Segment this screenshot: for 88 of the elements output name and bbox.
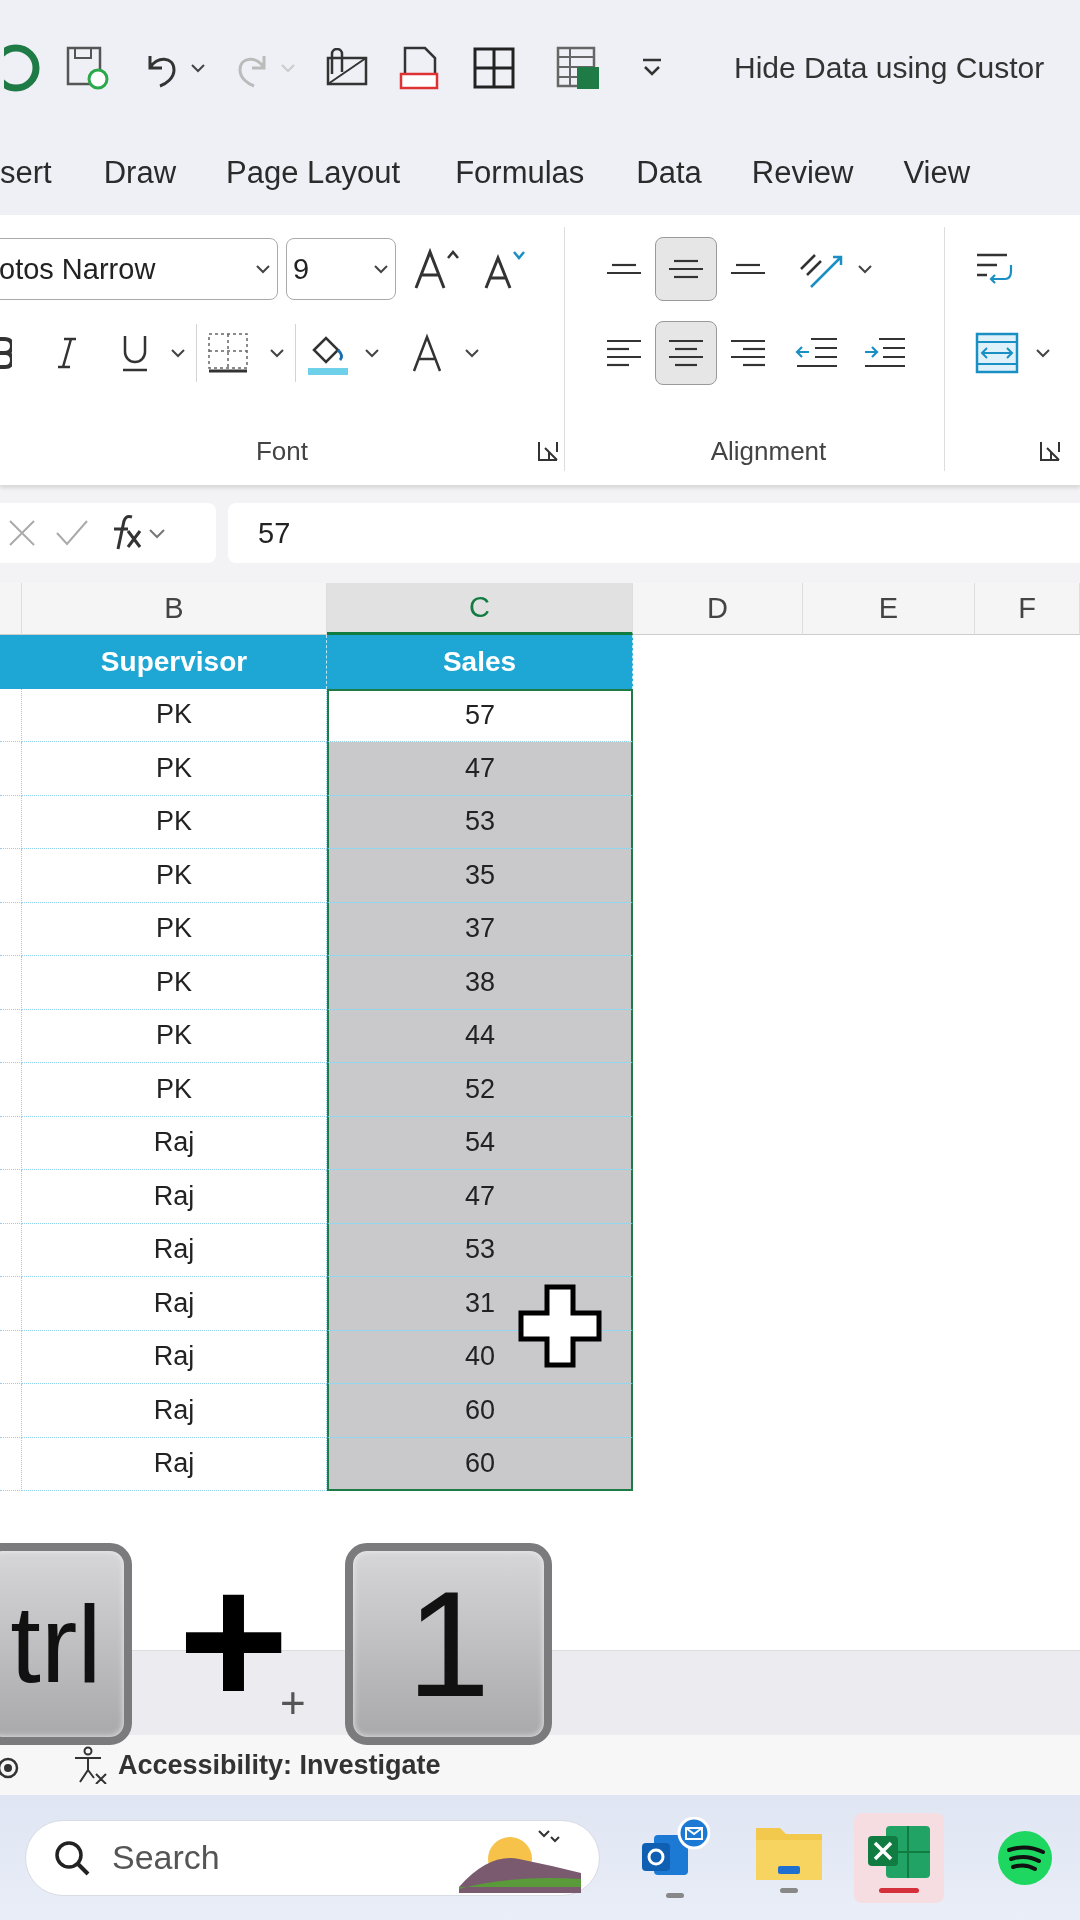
header-cell: Supervisor: [22, 635, 327, 689]
bold-icon[interactable]: [0, 335, 12, 371]
ribbon-tab[interactable]: Data: [636, 147, 702, 203]
table-cell: [0, 849, 22, 903]
ribbon-tab[interactable]: sert: [0, 147, 52, 203]
formula-input[interactable]: 57: [228, 503, 1080, 563]
table-cell: [0, 1009, 22, 1063]
font-size-text: 9: [293, 252, 310, 286]
spreadsheet-app-icon[interactable]: [854, 1812, 944, 1903]
table-cell[interactable]: 37: [327, 902, 633, 956]
running-indicator: [780, 1888, 798, 1893]
font-color-icon[interactable]: [410, 333, 444, 373]
table-cell: [0, 956, 22, 1010]
table-cell[interactable]: 44: [327, 1009, 633, 1063]
table-cell[interactable]: 52: [327, 1063, 633, 1117]
header-cell: [0, 635, 22, 689]
align-icon: [728, 338, 768, 368]
keyboard-key: trl: [0, 1543, 132, 1745]
caret-icon[interactable]: [364, 347, 380, 359]
align-icon: [604, 338, 644, 368]
dialog-launcher-icon[interactable]: [536, 439, 560, 463]
table-cell[interactable]: 53: [327, 795, 633, 849]
align-icon: [666, 338, 706, 368]
table-cell: [0, 795, 22, 849]
table-cell: [0, 1223, 22, 1277]
table-cell: [0, 688, 22, 742]
new-sheet-button[interactable]: +: [280, 1678, 306, 1728]
column-header[interactable]: D: [633, 583, 803, 635]
table-cell[interactable]: 35: [327, 849, 633, 903]
column-header[interactable]: C: [327, 583, 633, 635]
group-label: Font: [256, 435, 308, 467]
table-cell[interactable]: 47: [327, 1170, 633, 1224]
caret-icon[interactable]: [373, 263, 389, 275]
ribbon-tab[interactable]: Page Layout: [226, 147, 401, 203]
underline-icon[interactable]: [120, 333, 150, 373]
ribbon-tab[interactable]: Draw: [103, 147, 177, 203]
save-sync-icon[interactable]: [65, 44, 111, 91]
music-glyph-icon: [997, 1829, 1053, 1886]
caret-icon[interactable]: [1035, 347, 1051, 359]
align-icon: [604, 262, 644, 276]
column-header[interactable]: E: [803, 583, 975, 635]
font-name-dropdown[interactable]: otos Narrow: [0, 238, 278, 300]
align-icon: [666, 258, 706, 280]
table-cell[interactable]: 38: [327, 956, 633, 1010]
excel-table-icon[interactable]: [555, 44, 601, 91]
table-cell[interactable]: 57: [327, 688, 633, 742]
table-cell: [0, 1384, 22, 1438]
table-cell: [0, 902, 22, 956]
caret-icon[interactable]: [170, 347, 186, 359]
table-cell[interactable]: 60: [327, 1437, 633, 1491]
keyboard-key: 1: [345, 1543, 552, 1745]
borders-icon[interactable]: [207, 332, 249, 374]
header-cell: Sales: [327, 635, 633, 689]
caret-icon[interactable]: [255, 263, 271, 275]
table-cell: [0, 1063, 22, 1117]
group-label: Alignment: [710, 435, 827, 467]
table-cell: [0, 1330, 22, 1384]
accessibility-icon: [72, 1746, 108, 1784]
align-icon: [728, 262, 768, 276]
table-cell: [0, 1116, 22, 1170]
dialog-launcher-icon[interactable]: [1038, 439, 1062, 463]
running-indicator: [666, 1893, 684, 1898]
cursor-cross-icon: [517, 1283, 603, 1369]
caret-icon[interactable]: [464, 347, 480, 359]
ribbon-tab[interactable]: Formulas: [455, 147, 585, 203]
table-cell: [0, 1277, 22, 1331]
font-size-dropdown[interactable]: 9: [286, 238, 396, 300]
align-button[interactable]: [655, 237, 717, 301]
taskbar-search-field[interactable]: Search: [25, 1819, 600, 1896]
table-cell[interactable]: 60: [327, 1384, 633, 1438]
table-cell: [0, 742, 22, 796]
active-indicator: [879, 1888, 919, 1893]
table-cell[interactable]: 54: [327, 1116, 633, 1170]
accessibility-status[interactable]: Accessibility: Investigate: [118, 1749, 441, 1781]
align-button[interactable]: [655, 321, 717, 385]
merge-center-icon[interactable]: [975, 332, 1019, 374]
font-name-text: otos Narrow: [0, 252, 156, 286]
table-cell: [0, 1170, 22, 1224]
ribbon-tab[interactable]: View: [903, 147, 971, 203]
caret-icon[interactable]: [190, 61, 206, 74]
document-title: Hide Data using Custor: [734, 50, 1045, 85]
borders-grid-icon[interactable]: [472, 45, 516, 90]
table-cell[interactable]: 53: [327, 1223, 633, 1277]
ribbon-tab[interactable]: Review: [751, 147, 854, 203]
column-header[interactable]: F: [975, 583, 1080, 635]
caret-icon[interactable]: [269, 347, 285, 359]
table-cell[interactable]: 47: [327, 742, 633, 796]
caret-icon[interactable]: [857, 263, 873, 275]
